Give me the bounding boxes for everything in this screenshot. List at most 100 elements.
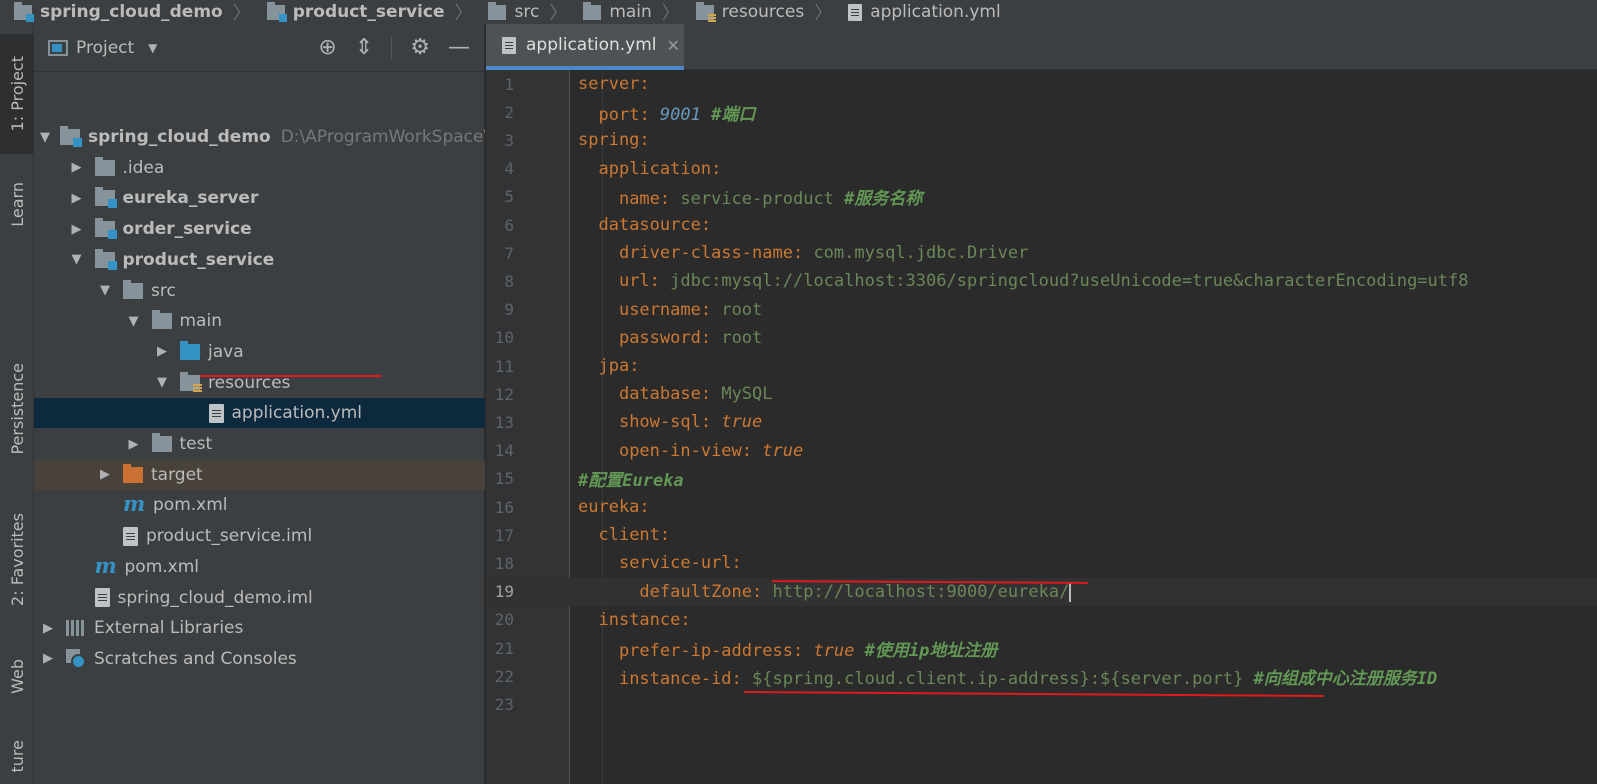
tree-item[interactable]: ▶ External Libraries [34, 613, 485, 643]
tool-tab-structure[interactable]: ture [0, 729, 34, 784]
chevron-down-icon[interactable]: ▼ [69, 252, 85, 267]
chevron-down-icon[interactable]: ▼ [126, 314, 142, 329]
code-text: url: jdbc:mysql://localhost:3306/springc… [570, 271, 1469, 291]
chevron-right-icon[interactable]: ▶ [69, 160, 85, 175]
tree-item[interactable]: ▶ target [34, 459, 485, 490]
chevron-down-icon[interactable]: ▼ [40, 130, 50, 145]
tree-item[interactable]: ▼ spring_cloud_demo D:\AProgramWorkSpace\i… [34, 122, 485, 152]
breadcrumb-item[interactable]: main [569, 1, 657, 22]
code-token: : [639, 497, 650, 517]
code-token: : [700, 215, 712, 235]
module-folder-icon [266, 1, 287, 22]
breadcrumb-label: src [514, 2, 540, 22]
code-token: datasource [598, 215, 701, 235]
chevron-right-icon[interactable]: ▶ [97, 467, 113, 482]
tree-item-label: java [208, 341, 244, 362]
tool-tab-project[interactable]: 1: Project [0, 34, 34, 154]
breadcrumb-item[interactable]: src [474, 1, 545, 22]
module-folder-icon [94, 218, 117, 240]
tree-item[interactable]: application.yml [34, 398, 485, 429]
code-line: 20 instance: [486, 606, 1597, 634]
tree-item[interactable]: m pom.xml [34, 490, 485, 520]
tree-item[interactable]: spring_cloud_demo.iml [34, 583, 485, 613]
chevron-right-icon[interactable]: ▶ [69, 222, 85, 237]
locate-icon[interactable]: ⊕ [318, 35, 336, 60]
code-token: 9001 [659, 104, 701, 125]
yaml-file-icon [502, 36, 516, 54]
code-token: open-in-view [618, 440, 742, 461]
text-cursor [1069, 581, 1072, 602]
chevron-down-icon[interactable]: ▼ [154, 375, 170, 390]
code-token: : [700, 299, 722, 320]
breadcrumb-item[interactable]: resources [682, 1, 810, 22]
chevron-right-icon[interactable]: ▶ [69, 191, 85, 206]
tree-item-label: .idea [122, 157, 165, 178]
tree-item-label: test [179, 434, 213, 454]
breadcrumb-item[interactable]: spring_cloud_demo [0, 1, 229, 22]
tree-item[interactable]: ▶ java [34, 337, 485, 367]
tree-item[interactable]: ▶ Scratches and Consoles [34, 644, 485, 674]
code-line: 11 jpa: [486, 352, 1597, 380]
breadcrumb: spring_cloud_demo 〉 product_service 〉 src 〉 ma… [0, 0, 1597, 24]
line-number: 2 [504, 102, 514, 122]
collapse-all-icon[interactable]: ⇕ [355, 35, 373, 60]
left-tool-stripe: 1: Project Learn Persistence 2: Favorite… [0, 24, 34, 784]
breadcrumb-label: resources [721, 2, 805, 22]
project-view-selector[interactable]: Project [76, 38, 134, 58]
code-token: : [629, 356, 640, 376]
code-token: : [711, 158, 722, 179]
hide-panel-icon[interactable]: — [448, 35, 470, 60]
tree-item[interactable]: ▶ eureka_server [34, 183, 485, 213]
chevron-right-icon[interactable]: ▶ [40, 651, 56, 666]
code-token: : [731, 668, 753, 689]
code-text: datasource: [570, 215, 711, 235]
tab-application-yml[interactable]: application.yml ✕ [486, 24, 684, 70]
module-folder-icon [60, 126, 82, 147]
breadcrumb-separator: 〉 [549, 3, 568, 24]
tree-item[interactable]: ▶ test [34, 429, 485, 459]
chevron-right-icon[interactable]: ▶ [154, 344, 170, 359]
code-token: : [700, 327, 722, 348]
code-token: instance-id [618, 668, 732, 689]
tree-item[interactable]: ▼ main [34, 306, 485, 336]
chevron-down-icon[interactable]: ▼ [97, 283, 113, 298]
tree-item-path: D:\AProgramWorkSpace\ide [280, 127, 485, 147]
tree-item[interactable]: ▼ src [34, 276, 485, 306]
code-line: 4 application: [486, 155, 1597, 183]
code-token: name [618, 189, 660, 210]
tool-tab-learn[interactable]: Learn [0, 164, 34, 244]
breadcrumb-separator: 〉 [661, 3, 680, 24]
tool-tab-persistence[interactable]: Persistence [0, 344, 34, 474]
tree-item[interactable]: product_service.iml [34, 521, 485, 551]
tool-tab-web[interactable]: Web [0, 639, 34, 714]
code-token: : [639, 74, 650, 94]
gear-icon[interactable]: ⚙ [410, 35, 430, 60]
line-number: 13 [494, 412, 514, 432]
code-line: 17 client: [486, 521, 1597, 549]
breadcrumb-item[interactable]: product_service [253, 1, 451, 22]
tree-item[interactable]: ▼ resources [34, 368, 485, 398]
tree-item[interactable]: ▶ .idea [34, 153, 485, 183]
chevron-down-icon[interactable]: ▼ [148, 41, 157, 55]
code-token: #使用ip地址注册 [864, 640, 998, 661]
chevron-right-icon[interactable]: ▶ [40, 621, 56, 636]
line-number: 23 [494, 694, 514, 714]
iml-file-icon [123, 526, 138, 546]
close-icon[interactable]: ✕ [667, 36, 680, 55]
breadcrumb-separator: 〉 [232, 3, 251, 24]
code-token: show-sql [618, 412, 701, 433]
tree-item-label: product_service [122, 249, 275, 270]
tool-tab-favorites[interactable]: 2: Favorites [0, 494, 34, 624]
chevron-right-icon[interactable]: ▶ [126, 437, 142, 452]
tree-item[interactable]: ▼ product_service [34, 245, 485, 275]
tree-item[interactable]: m pom.xml [34, 552, 485, 582]
tree-item[interactable]: ▶ order_service [34, 214, 485, 244]
folder-icon [123, 279, 143, 299]
breadcrumb-item[interactable]: application.yml [834, 2, 1007, 22]
